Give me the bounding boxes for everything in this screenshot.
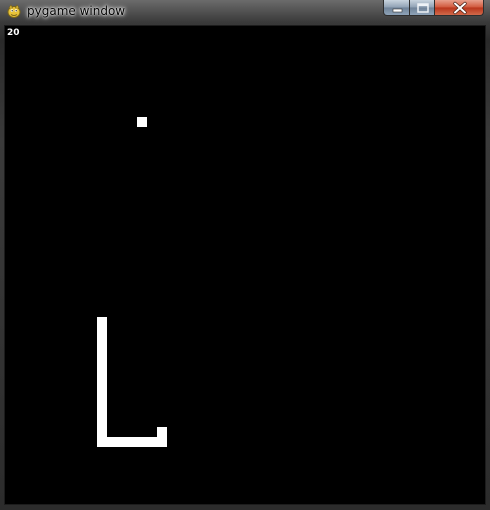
minimize-icon (392, 8, 403, 13)
snake-segment (117, 437, 127, 447)
snake-segment (97, 337, 107, 347)
pygame-snake-icon (6, 3, 22, 19)
snake-segment (107, 437, 117, 447)
score-counter: 20 (7, 28, 20, 38)
snake-segment (147, 437, 157, 447)
snake-segment (137, 437, 147, 447)
snake-segment (97, 437, 107, 447)
snake-segment (97, 367, 107, 377)
snake-segment (127, 437, 137, 447)
pygame-window: pygame window 20 (0, 0, 490, 510)
window-title: pygame window (27, 4, 126, 18)
snake-segment (157, 437, 167, 447)
close-button[interactable] (434, 0, 484, 16)
food-pellet (137, 117, 147, 127)
snake-segment (97, 357, 107, 367)
snake-segment (157, 427, 167, 437)
close-icon (453, 1, 467, 15)
title-bar[interactable]: pygame window (0, 0, 490, 24)
game-board (97, 117, 167, 447)
snake-segment (97, 377, 107, 387)
snake-segment (97, 387, 107, 397)
snake-segment (97, 427, 107, 437)
game-canvas[interactable]: 20 (4, 25, 486, 505)
maximize-icon (417, 3, 429, 13)
snake-segment (97, 347, 107, 357)
maximize-button[interactable] (409, 0, 435, 16)
snake-segment (97, 327, 107, 337)
snake-segment (97, 407, 107, 417)
minimize-button[interactable] (383, 0, 410, 16)
snake-segment (97, 317, 107, 327)
snake-segment (97, 397, 107, 407)
snake-segment (97, 417, 107, 427)
